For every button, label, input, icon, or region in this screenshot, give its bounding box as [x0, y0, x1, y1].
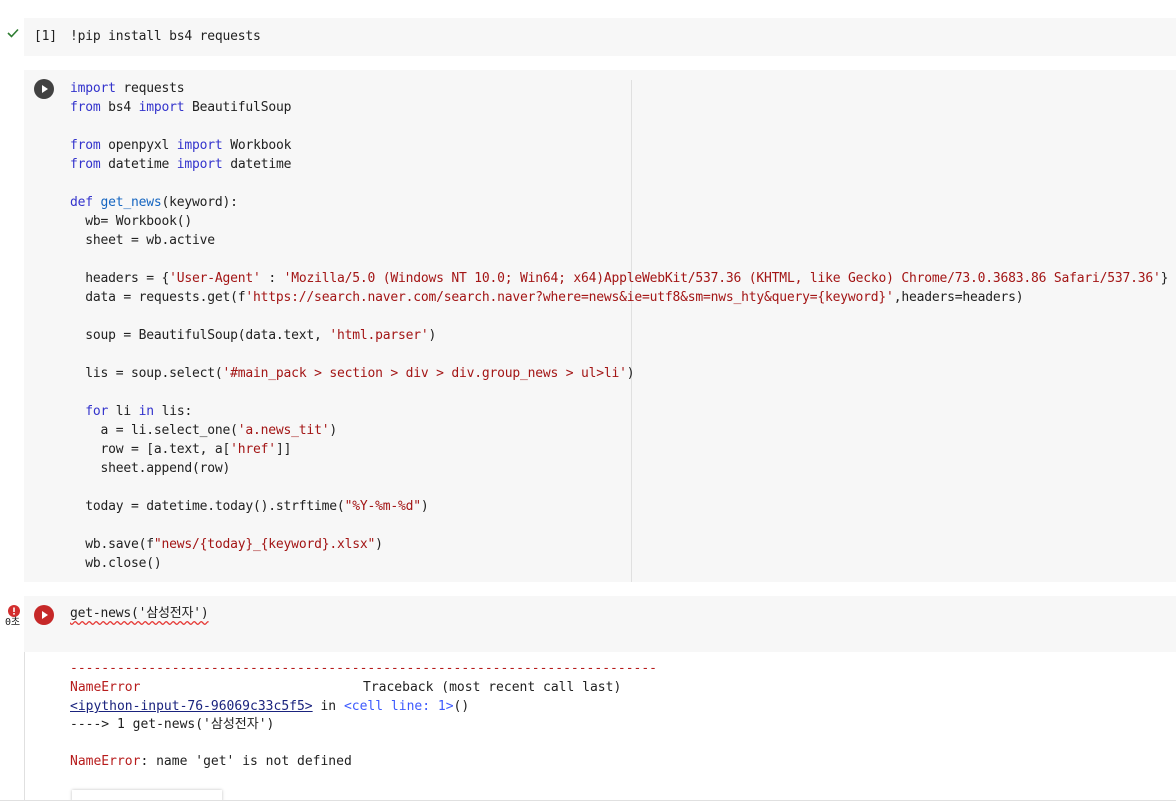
- code-line: from openpyxl import Workbook: [70, 138, 292, 153]
- error-header: NameError: [70, 679, 140, 697]
- code-line: data = requests.get(f'https://search.nav…: [70, 290, 1024, 305]
- error-name: NameError: [70, 680, 141, 695]
- code-line: from bs4 import BeautifulSoup: [70, 100, 292, 115]
- cell-3-code[interactable]: get-news('삼성전자'): [70, 604, 209, 623]
- code-line: wb= Workbook(): [70, 214, 193, 229]
- error-rule: ----------------------------------------…: [70, 661, 657, 676]
- code-line: sheet.append(row): [70, 461, 231, 476]
- code-line: lis = soup.select('#main_pack > section …: [70, 366, 635, 381]
- run-cell-button[interactable]: [34, 79, 54, 99]
- execution-count: [1]: [34, 29, 57, 44]
- code-line: wb.save(f"news/{today}_{keyword}.xlsx"): [70, 537, 383, 552]
- code-line: sheet = wb.active: [70, 233, 215, 248]
- ruler-line: [631, 80, 632, 582]
- code-line: import requests: [70, 81, 185, 96]
- code-line: wb.close(): [70, 556, 162, 571]
- output-border: [24, 652, 25, 808]
- code-line: def get_news(keyword):: [70, 195, 238, 210]
- error-final: NameError: name 'get' is not defined: [70, 754, 352, 769]
- code-line: headers = {'User-Agent' : 'Mozilla/5.0 (…: [70, 271, 1169, 286]
- code-line: soup = BeautifulSoup(data.text, 'html.pa…: [70, 328, 437, 343]
- traceback-location: <ipython-input-76-96069c33c5f5> in <cell…: [70, 699, 470, 714]
- check-icon: [6, 26, 20, 44]
- traceback-arrow-line: ----> 1 get-news('삼성전자'): [70, 717, 275, 732]
- play-icon: [34, 605, 54, 625]
- play-icon: [34, 79, 54, 99]
- cell-1-code[interactable]: !pip install bs4 requests: [70, 27, 261, 46]
- code-line: today = datetime.today().strftime("%Y-%m…: [70, 499, 429, 514]
- ipython-input-link[interactable]: <ipython-input-76-96069c33c5f5>: [70, 699, 313, 714]
- code-line: for li in lis:: [85, 404, 193, 419]
- code-line: a = li.select_one('a.news_tit'): [70, 423, 338, 438]
- code-line: from datetime import datetime: [70, 157, 292, 172]
- run-cell-button[interactable]: [34, 605, 54, 625]
- code-line: row = [a.text, a['href']]: [70, 442, 292, 457]
- cell-duration: 0초: [5, 617, 20, 628]
- traceback-label: Traceback (most recent call last): [363, 680, 622, 695]
- cell-3-code-text: get-news('삼성전자'): [70, 606, 209, 621]
